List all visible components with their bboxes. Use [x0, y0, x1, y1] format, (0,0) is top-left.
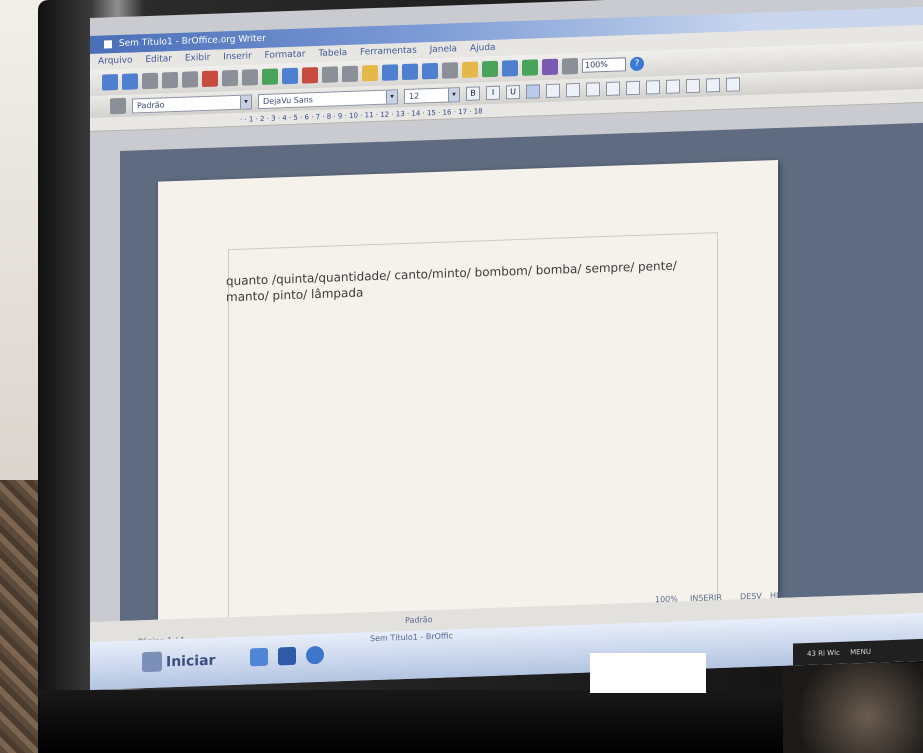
- chevron-down-icon[interactable]: ▾: [448, 87, 459, 101]
- status-hyperlink-mode[interactable]: HIF: [770, 586, 783, 606]
- new-document-icon[interactable]: [102, 74, 118, 91]
- align-right-icon[interactable]: [566, 82, 580, 98]
- bullets-icon[interactable]: [626, 80, 640, 96]
- cut-icon[interactable]: [302, 67, 318, 84]
- save-icon[interactable]: [142, 72, 158, 90]
- font-name-combo[interactable]: DejaVu Sans ▾: [258, 88, 398, 109]
- underline-button[interactable]: U: [506, 84, 520, 100]
- undo-icon[interactable]: [382, 64, 398, 81]
- data-sources-icon[interactable]: [542, 58, 558, 76]
- align-left-icon[interactable]: [526, 84, 540, 99]
- styles-formatting-icon[interactable]: [110, 97, 126, 115]
- help-icon[interactable]: ?: [630, 56, 644, 72]
- paragraph-style-value: Padrão: [137, 99, 165, 110]
- edit-file-icon[interactable]: [182, 71, 198, 88]
- chevron-down-icon[interactable]: ▾: [240, 94, 251, 109]
- start-button[interactable]: Iniciar: [138, 647, 225, 676]
- redaction-box: [590, 653, 706, 693]
- desk-object: [783, 663, 923, 753]
- window-title: Sem Título1 - BrOffice.org Writer: [118, 33, 266, 49]
- status-selection-mode[interactable]: DESV: [740, 587, 762, 608]
- justify-icon[interactable]: [586, 82, 600, 97]
- hyperlink-icon[interactable]: [422, 62, 438, 80]
- status-insert-mode[interactable]: INSERIR: [690, 588, 722, 609]
- menu-editar[interactable]: Editar: [145, 54, 172, 65]
- folder-icon[interactable]: [250, 647, 268, 667]
- font-size-value: 12: [409, 91, 420, 101]
- system-tray: 43 Ri Wlc MENU: [793, 638, 923, 666]
- numbering-icon[interactable]: [606, 81, 620, 96]
- menu-formatar[interactable]: Formatar: [265, 49, 306, 60]
- browser-icon[interactable]: [306, 645, 324, 665]
- menu-inserir[interactable]: Inserir: [223, 51, 252, 62]
- menu-janela[interactable]: Janela: [430, 44, 457, 55]
- menu-ajuda[interactable]: Ajuda: [470, 43, 496, 54]
- find-replace-icon[interactable]: [482, 60, 498, 78]
- quick-launch: [250, 645, 324, 667]
- bold-button[interactable]: B: [466, 86, 480, 101]
- start-menu-icon: [142, 651, 162, 673]
- status-style: Padrão: [405, 615, 433, 625]
- menu-arquivo[interactable]: Arquivo: [98, 56, 132, 67]
- document-workspace: quanto /quinta/quantidade/ canto/minto/ …: [120, 122, 923, 622]
- paste-icon[interactable]: [342, 65, 358, 83]
- font-size-combo[interactable]: 12 ▾: [404, 86, 460, 104]
- highlight-icon[interactable]: [706, 77, 720, 93]
- format-paintbrush-icon[interactable]: [362, 64, 378, 82]
- taskbar-window-item[interactable]: Sem Título1 - BrOffic: [370, 631, 453, 643]
- decrease-indent-icon[interactable]: [646, 80, 660, 95]
- tray-item[interactable]: MENU: [850, 648, 871, 657]
- document-icon[interactable]: [278, 646, 296, 666]
- show-draw-functions-icon[interactable]: [462, 61, 478, 79]
- paragraph-style-combo[interactable]: Padrão ▾: [132, 93, 252, 114]
- document-page[interactable]: quanto /quinta/quantidade/ canto/minto/ …: [158, 159, 778, 622]
- autospell-icon[interactable]: [282, 67, 298, 85]
- font-name-value: DejaVu Sans: [263, 94, 313, 106]
- copy-icon[interactable]: [322, 66, 338, 83]
- menu-exibir[interactable]: Exibir: [185, 53, 210, 64]
- zoom-combo[interactable]: 100%: [582, 57, 626, 73]
- table-icon[interactable]: [442, 62, 458, 79]
- monitor-screen: Sem Título1 - BrOffice.org Writer Arquiv…: [90, 0, 923, 690]
- increase-indent-icon[interactable]: [666, 79, 680, 94]
- background-color-icon[interactable]: [726, 77, 740, 92]
- email-icon[interactable]: [162, 71, 178, 89]
- menu-tabela[interactable]: Tabela: [318, 48, 347, 59]
- export-pdf-icon[interactable]: [202, 70, 218, 88]
- menu-ferramentas[interactable]: Ferramentas: [360, 46, 417, 58]
- font-color-icon[interactable]: [686, 78, 700, 94]
- spellcheck-icon[interactable]: [262, 68, 278, 85]
- gallery-icon[interactable]: [522, 59, 538, 76]
- open-icon[interactable]: [122, 73, 138, 90]
- start-label: Iniciar: [166, 652, 216, 671]
- tray-item[interactable]: 43 Ri Wlc: [807, 649, 840, 658]
- italic-button[interactable]: I: [486, 85, 500, 101]
- status-zoom[interactable]: 100%: [655, 589, 678, 610]
- redo-icon[interactable]: [402, 63, 418, 81]
- page-preview-icon[interactable]: [242, 69, 258, 86]
- navigator-icon[interactable]: [502, 60, 518, 77]
- formatting-marks-icon[interactable]: [562, 57, 578, 75]
- align-center-icon[interactable]: [546, 83, 560, 99]
- chevron-down-icon[interactable]: ▾: [386, 89, 397, 104]
- print-icon[interactable]: [222, 69, 238, 87]
- writer-app-icon: [104, 39, 112, 49]
